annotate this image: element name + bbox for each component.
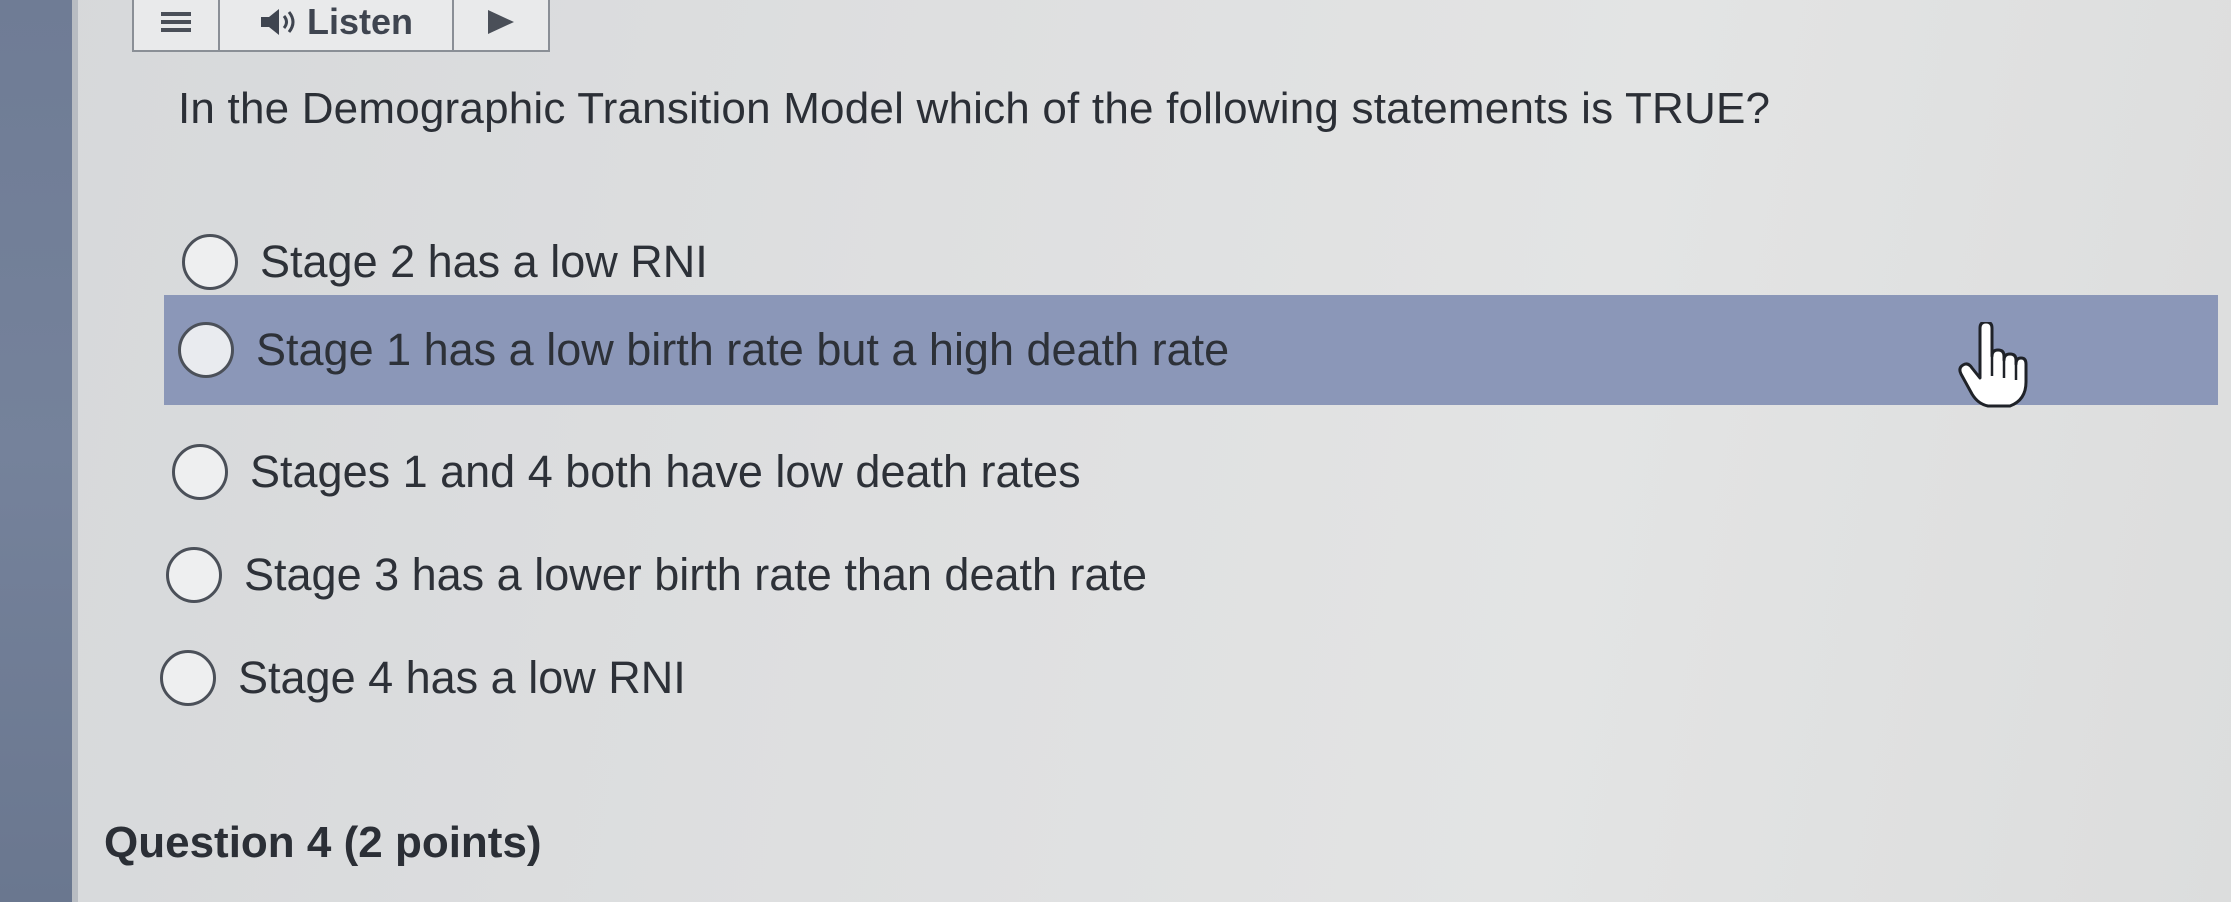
option-stage-4-low-rni[interactable]: Stage 4 has a low RNI <box>160 638 1060 718</box>
option-label: Stages 1 and 4 both have low death rates <box>250 446 1081 497</box>
option-label: Stage 2 has a low RNI <box>260 236 708 287</box>
option-label: Stage 4 has a low RNI <box>238 652 686 703</box>
option-stage-1-low-birth-high-death[interactable]: Stage 1 has a low birth rate but a high … <box>164 295 2218 405</box>
next-question-title: Question 4 (2 points) <box>104 818 542 867</box>
left-sidebar-edge <box>72 0 78 902</box>
speaker-icon <box>260 9 295 35</box>
radio-button[interactable] <box>182 234 238 290</box>
listen-button[interactable]: Listen <box>220 0 454 50</box>
radio-button[interactable] <box>172 444 228 500</box>
radio-button[interactable] <box>166 547 222 603</box>
radio-button[interactable] <box>160 650 216 706</box>
option-stage-3-lower-birth[interactable]: Stage 3 has a lower birth rate than deat… <box>166 535 1466 615</box>
question-text: In the Demographic Transition Model whic… <box>178 84 1771 133</box>
left-sidebar-bar <box>0 0 72 902</box>
option-label: Stage 1 has a low birth rate but a high … <box>256 324 1230 375</box>
radio-button[interactable] <box>178 322 234 378</box>
quiz-page: Listen In the Demographic Transition Mod… <box>0 0 2231 902</box>
hamburger-menu-icon <box>161 8 191 36</box>
play-triangle-icon <box>488 10 514 34</box>
option-stages-1-and-4-low-death[interactable]: Stages 1 and 4 both have low death rates <box>172 432 1372 512</box>
hand-pointer-cursor-icon <box>1958 322 2028 408</box>
listen-label: Listen <box>306 1 413 42</box>
play-button[interactable] <box>454 0 548 50</box>
option-label: Stage 3 has a lower birth rate than deat… <box>244 549 1148 600</box>
option-stage-2-low-rni[interactable]: Stage 2 has a low RNI <box>182 222 1082 302</box>
menu-button[interactable] <box>134 0 220 50</box>
listen-toolbar: Listen <box>132 0 550 52</box>
